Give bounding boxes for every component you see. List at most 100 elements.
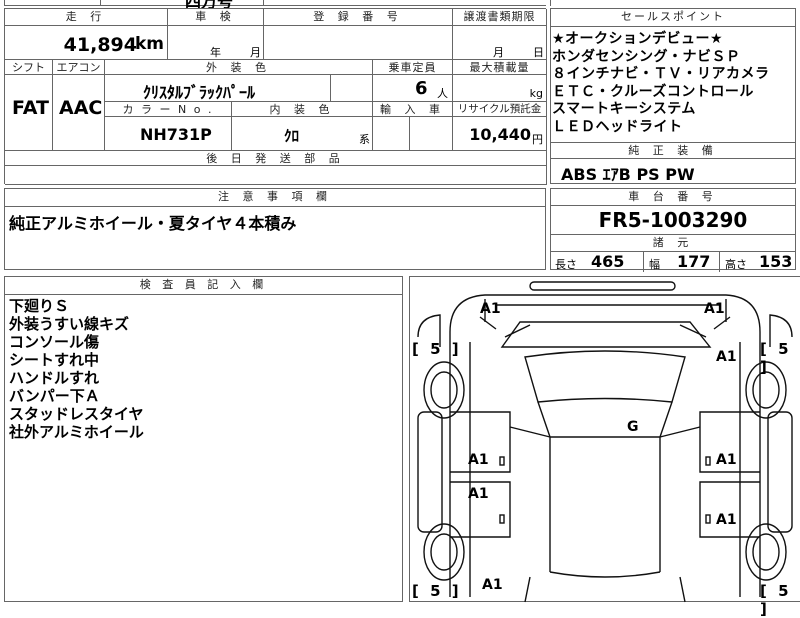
width-value: 177 [677,252,711,271]
mark-right-rear-door: A1 [716,512,737,528]
transfer-day-unit: 日 [533,46,544,59]
caution-header: 注 意 事 項 欄 [5,189,545,207]
inspection-month-unit: 月 [250,46,261,59]
inspector-note-item: コンソール傷 [9,333,100,351]
mark-rear-left: A1 [482,577,503,593]
capacity-value: 6 [415,78,428,99]
recycle-value: 10,440 [469,125,531,144]
aircon-header: エアコン [53,60,105,75]
tire-mark-rear-right: [ 5 ] [760,582,792,618]
max-load-header: 最大積載量 [453,60,547,75]
mark-front-left: A1 [480,301,501,317]
import-header: 輸 入 車 [373,102,453,117]
import-cell-a [373,117,410,151]
aircon-cell: AAC [53,75,105,151]
chassis-box: 車 台 番 号 FR5-1003290 諸 元 長さ 465 幅 177 高さ … [550,188,796,272]
tire-mark-front-right: [ 5 ] [760,340,792,376]
inspector-notes-list: 下廻りＳ 外装うすい線キズ コンソール傷 シートすれ中 ハンドルすれ バンパー下Ａ スタッド… [5,295,402,441]
capacity-cell: 6 人 [373,75,453,102]
car-diagram [417,281,793,603]
inspector-note-item: 社外アルミホイール [9,423,144,441]
tire-mark-front-left: [ 5 ] [412,340,462,358]
inspector-note-item: 下廻りＳ [9,297,70,315]
transfer-deadline-cell: 月 日 [453,26,547,60]
length-value: 465 [591,252,625,271]
sales-point-item: ８インチナビ・ＴＶ・リアカメラ [552,66,770,82]
chassis-header: 車 台 番 号 [551,189,795,206]
sales-point-item: ＬＥＤヘッドライト [552,118,683,135]
sales-point-item: ＥＴＣ・クルーズコントロール [552,83,754,100]
caution-box: 注 意 事 項 欄 純正アルミホイール・夏タイヤ４本積み [4,188,546,270]
specs-row: 長さ 465 幅 177 高さ 153 [551,252,795,272]
color-no-header: カ ラ ー N o . [105,102,232,117]
height-value: 153 [759,252,793,271]
sales-point-item: ホンダセンシング・ナビＳＰ [552,48,741,65]
mileage-unit: km [134,34,164,54]
width-label: 幅 [649,258,660,271]
inspector-note-item: スタッドレスタイヤ [9,405,144,423]
inspector-note-item: ハンドルすれ [9,369,100,387]
inspector-note-item: シートすれ中 [9,351,100,369]
interior-color-cell: ｸﾛ 系 [232,117,373,151]
mark-left-rear-door: A1 [468,486,489,502]
top-strip-right [550,0,800,6]
inspection-header: 車 検 [168,9,264,26]
later-parts-header: 後 日 発 送 部 品 [5,151,547,166]
length-label: 長さ [555,258,577,271]
tire-mark-rear-left: [ 5 ] [412,582,462,600]
sales-point-item: スマートキーシステム [552,101,696,117]
exterior-color-extra-cell [331,75,373,102]
inspection-year-unit: 年 [210,46,221,59]
inspector-note-item: 外装うすい線キズ [9,315,130,333]
import-cell-b [410,117,453,151]
exterior-color-value: ｸﾘｽﾀﾙﾌﾞﾗｯｸﾊﾟｰﾙ [143,83,256,102]
recycle-cell: 10,440 円 [453,117,547,151]
chassis-value: FR5-1003290 [551,206,795,235]
max-load-cell: kg [453,75,547,102]
specs-header: 諸 元 [551,235,795,252]
shift-header: シフト [5,60,53,75]
shift-cell: FAT [5,75,53,151]
recycle-header: リサイクル預託金 [453,102,547,117]
shift-value: FAT [12,97,49,119]
mileage-value: 41,894 [63,34,137,56]
color-no-cell: NH731P [105,117,232,151]
mark-right-fender: A1 [716,349,737,365]
car-diagram-box: A1 A1 A1 G A1 A1 A1 A1 A1 [ 5 ] [ 5 ] [ … [409,276,800,618]
interior-color-value: ｸﾛ [284,127,300,145]
standard-equipment-header: 純 正 装 備 [551,142,795,159]
exterior-color-header: 外 装 色 [105,60,373,75]
top-strip: 四万号 [4,0,546,11]
interior-color-header: 内 装 色 [232,102,373,117]
transfer-month-unit: 月 [493,46,504,59]
capacity-header: 乗車定員 [373,60,453,75]
max-load-unit: kg [529,87,543,100]
mark-left-front-door: A1 [468,452,489,468]
sales-points-list: ★オークションデビュー★ ホンダセンシング・ナビＳＰ ８インチナビ・ＴＶ・リアカメラ… [551,27,795,149]
inspector-box: 検 査 員 記 入 欄 下廻りＳ 外装うすい線キズ コンソール傷 シートすれ中 ハンドル… [4,276,403,602]
caution-text: 純正アルミホイール・夏タイヤ４本積み [9,214,297,233]
mark-front-right: A1 [704,301,725,317]
mileage-header: 走 行 [5,9,168,26]
standard-equipment-value: ABS ｴｱB PS PW [561,165,695,184]
capacity-unit: 人 [437,87,448,100]
mileage-cell: 41,894 km [5,26,168,60]
vehicle-info-grid: 走 行 車 検 登 録 番 号 譲渡書類期限 41,894 km 年 月 月 日… [4,8,547,185]
sales-points-header: セールスポイント [551,9,795,27]
inspector-header: 検 査 員 記 入 欄 [5,277,402,295]
sales-point-item: ★オークションデビュー★ [552,31,724,47]
inspector-note-item: バンパー下Ａ [9,387,100,405]
mark-right-front-door: A1 [716,452,737,468]
later-parts-cell [5,166,547,185]
sales-points-box: セールスポイント ★オークションデビュー★ ホンダセンシング・ナビＳＰ ８インチナビ… [550,8,796,184]
inspection-cell: 年 月 [168,26,264,60]
registration-header: 登 録 番 号 [264,9,453,26]
registration-cell [264,26,453,60]
transfer-deadline-header: 譲渡書類期限 [453,9,547,26]
recycle-unit: 円 [532,133,543,146]
color-no-value: NH731P [140,125,212,144]
interior-color-unit: 系 [359,133,370,146]
height-label: 高さ [725,258,747,271]
aircon-value: AAC [59,97,103,119]
mark-roof: G [627,419,639,435]
